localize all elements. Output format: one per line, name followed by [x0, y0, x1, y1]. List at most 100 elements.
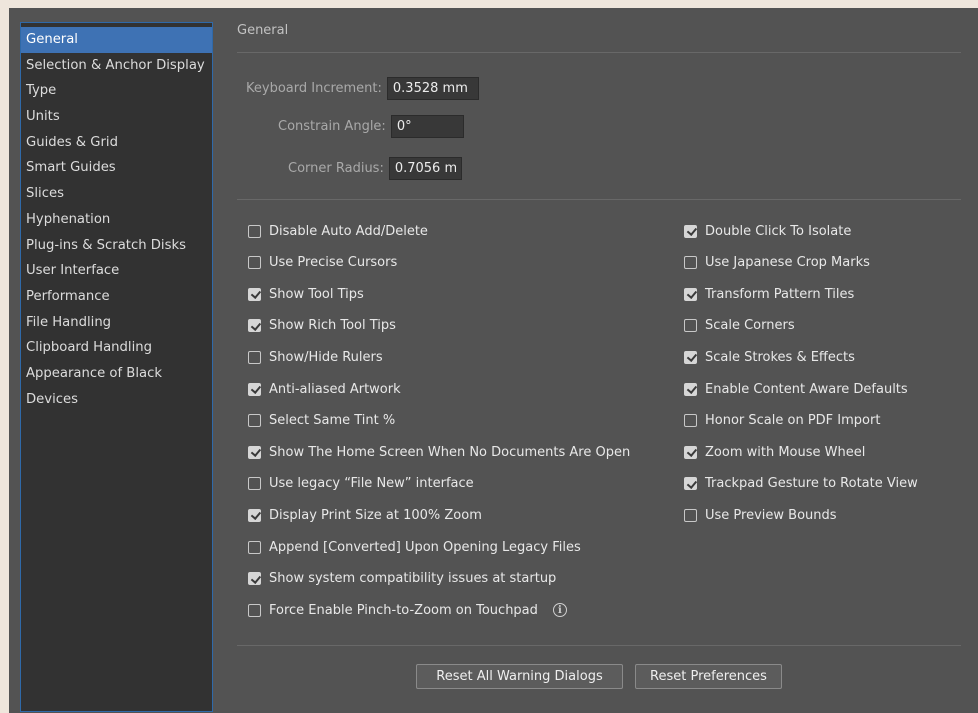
option-disable-auto-add-delete[interactable]: Disable Auto Add/Delete	[248, 221, 428, 241]
sidebar-item-smart-guides[interactable]: Smart Guides	[21, 155, 212, 181]
section-divider	[237, 52, 961, 53]
preferences-sidebar: General Selection & Anchor Display Type …	[20, 22, 213, 712]
option-label: Display Print Size at 100% Zoom	[269, 507, 482, 523]
sidebar-item-file-handling[interactable]: File Handling	[21, 310, 212, 336]
option-zoom-with-mouse-wheel[interactable]: Zoom with Mouse Wheel	[684, 442, 865, 462]
sidebar-item-hyphenation[interactable]: Hyphenation	[21, 207, 212, 233]
option-use-japanese-crop-marks[interactable]: Use Japanese Crop Marks	[684, 253, 870, 273]
sidebar-item-general[interactable]: General	[21, 27, 212, 53]
option-anti-aliased-artwork[interactable]: Anti-aliased Artwork	[248, 379, 401, 399]
option-label: Use Preview Bounds	[705, 507, 837, 523]
checked-checkbox[interactable]	[684, 477, 697, 491]
option-label: Force Enable Pinch-to-Zoom on Touchpad	[269, 602, 538, 618]
option-label: Append [Converted] Upon Opening Legacy F…	[269, 539, 581, 555]
option-use-precise-cursors[interactable]: Use Precise Cursors	[248, 253, 397, 273]
unchecked-checkbox[interactable]	[248, 414, 261, 428]
sidebar-item-selection-anchor-display[interactable]: Selection & Anchor Display	[21, 53, 212, 79]
option-label: Anti-aliased Artwork	[269, 381, 401, 397]
checked-checkbox[interactable]	[684, 224, 697, 238]
unchecked-checkbox[interactable]	[248, 256, 261, 270]
option-display-print-size-at-100-zoom[interactable]: Display Print Size at 100% Zoom	[248, 505, 482, 525]
buttons-divider	[237, 645, 961, 646]
sidebar-item-clipboard-handling[interactable]: Clipboard Handling	[21, 335, 212, 361]
option-append-converted-upon-opening-legacy-files[interactable]: Append [Converted] Upon Opening Legacy F…	[248, 537, 581, 557]
option-select-same-tint[interactable]: Select Same Tint %	[248, 411, 395, 431]
unchecked-checkbox[interactable]	[248, 477, 261, 491]
checked-checkbox[interactable]	[248, 508, 261, 522]
sidebar-item-devices[interactable]: Devices	[21, 387, 212, 413]
info-icon[interactable]: i	[552, 603, 567, 618]
sidebar-item-performance[interactable]: Performance	[21, 284, 212, 310]
checked-checkbox[interactable]	[684, 445, 697, 459]
option-label: Transform Pattern Tiles	[705, 286, 855, 302]
constrain-angle-input[interactable]	[390, 115, 464, 138]
fields-divider	[237, 199, 961, 200]
option-double-click-to-isolate[interactable]: Double Click To Isolate	[684, 221, 851, 241]
sidebar-item-appearance-of-black[interactable]: Appearance of Black	[21, 361, 212, 387]
unchecked-checkbox[interactable]	[684, 256, 697, 270]
option-transform-pattern-tiles[interactable]: Transform Pattern Tiles	[684, 284, 854, 304]
sidebar-item-units[interactable]: Units	[21, 104, 212, 130]
keyboard-increment-label: Keyboard Increment:	[246, 81, 382, 96]
sidebar-item-plugins-scratch-disks[interactable]: Plug-ins & Scratch Disks	[21, 233, 212, 259]
unchecked-checkbox[interactable]	[684, 319, 697, 333]
checked-checkbox[interactable]	[684, 382, 697, 396]
option-show-system-compatibility-issues-at-startup[interactable]: Show system compatibility issues at star…	[248, 569, 556, 589]
section-title: General	[237, 23, 289, 38]
option-label: Trackpad Gesture to Rotate View	[705, 476, 918, 492]
checked-checkbox[interactable]	[248, 319, 261, 333]
option-label: Use Japanese Crop Marks	[705, 255, 870, 271]
sidebar-item-user-interface[interactable]: User Interface	[21, 258, 212, 284]
constrain-angle-label: Constrain Angle:	[278, 119, 386, 134]
option-use-legacy-file-new-interface[interactable]: Use legacy “File New” interface	[248, 474, 474, 494]
sidebar-item-guides-grid[interactable]: Guides & Grid	[21, 130, 212, 156]
option-label: Zoom with Mouse Wheel	[705, 444, 866, 460]
checked-checkbox[interactable]	[684, 287, 697, 301]
option-show-the-home-screen-when-no-documents-are-open[interactable]: Show The Home Screen When No Documents A…	[248, 442, 630, 462]
unchecked-checkbox[interactable]	[684, 414, 697, 428]
option-show-hide-rulers[interactable]: Show/Hide Rulers	[248, 347, 383, 367]
option-honor-scale-on-pdf-import[interactable]: Honor Scale on PDF Import	[684, 411, 880, 431]
option-show-rich-tool-tips[interactable]: Show Rich Tool Tips	[248, 316, 396, 336]
checked-checkbox[interactable]	[248, 572, 261, 586]
constrain-angle-row: Constrain Angle:	[278, 115, 464, 138]
option-label: Honor Scale on PDF Import	[705, 413, 881, 429]
checked-checkbox[interactable]	[248, 287, 261, 301]
option-label: Use legacy “File New” interface	[269, 476, 474, 492]
option-label: Select Same Tint %	[269, 413, 396, 429]
unchecked-checkbox[interactable]	[248, 350, 261, 364]
option-force-enable-pinch-to-zoom-on-touchpad[interactable]: Force Enable Pinch-to-Zoom on Touchpad i	[248, 600, 567, 620]
checked-checkbox[interactable]	[684, 350, 697, 364]
option-label: Use Precise Cursors	[269, 255, 398, 271]
checked-checkbox[interactable]	[248, 382, 261, 396]
option-label: Show The Home Screen When No Documents A…	[269, 444, 631, 460]
option-label: Enable Content Aware Defaults	[705, 381, 908, 397]
reset-all-warning-dialogs-button[interactable]: Reset All Warning Dialogs	[416, 664, 623, 689]
sidebar-item-slices[interactable]: Slices	[21, 181, 212, 207]
reset-preferences-button[interactable]: Reset Preferences	[635, 664, 782, 689]
corner-radius-label: Corner Radius:	[288, 161, 384, 176]
option-label: Double Click To Isolate	[705, 223, 852, 239]
option-label: Show Rich Tool Tips	[269, 318, 396, 334]
keyboard-increment-row: Keyboard Increment:	[246, 77, 479, 100]
option-label: Disable Auto Add/Delete	[269, 223, 428, 239]
option-label: Show/Hide Rulers	[269, 349, 383, 365]
option-trackpad-gesture-to-rotate-view[interactable]: Trackpad Gesture to Rotate View	[684, 474, 918, 494]
option-use-preview-bounds[interactable]: Use Preview Bounds	[684, 505, 837, 525]
checked-checkbox[interactable]	[248, 445, 261, 459]
option-label: Show system compatibility issues at star…	[269, 571, 557, 587]
unchecked-checkbox[interactable]	[248, 540, 261, 554]
option-enable-content-aware-defaults[interactable]: Enable Content Aware Defaults	[684, 379, 908, 399]
option-label: Scale Strokes & Effects	[705, 349, 855, 365]
unchecked-checkbox[interactable]	[248, 603, 261, 617]
corner-radius-input[interactable]	[388, 157, 462, 180]
option-label: Scale Corners	[705, 318, 795, 334]
unchecked-checkbox[interactable]	[248, 224, 261, 238]
option-show-tool-tips[interactable]: Show Tool Tips	[248, 284, 364, 304]
sidebar-item-type[interactable]: Type	[21, 78, 212, 104]
keyboard-increment-input[interactable]	[386, 77, 479, 100]
corner-radius-row: Corner Radius:	[288, 157, 462, 180]
option-scale-strokes-effects[interactable]: Scale Strokes & Effects	[684, 347, 855, 367]
option-scale-corners[interactable]: Scale Corners	[684, 316, 795, 336]
unchecked-checkbox[interactable]	[684, 508, 697, 522]
